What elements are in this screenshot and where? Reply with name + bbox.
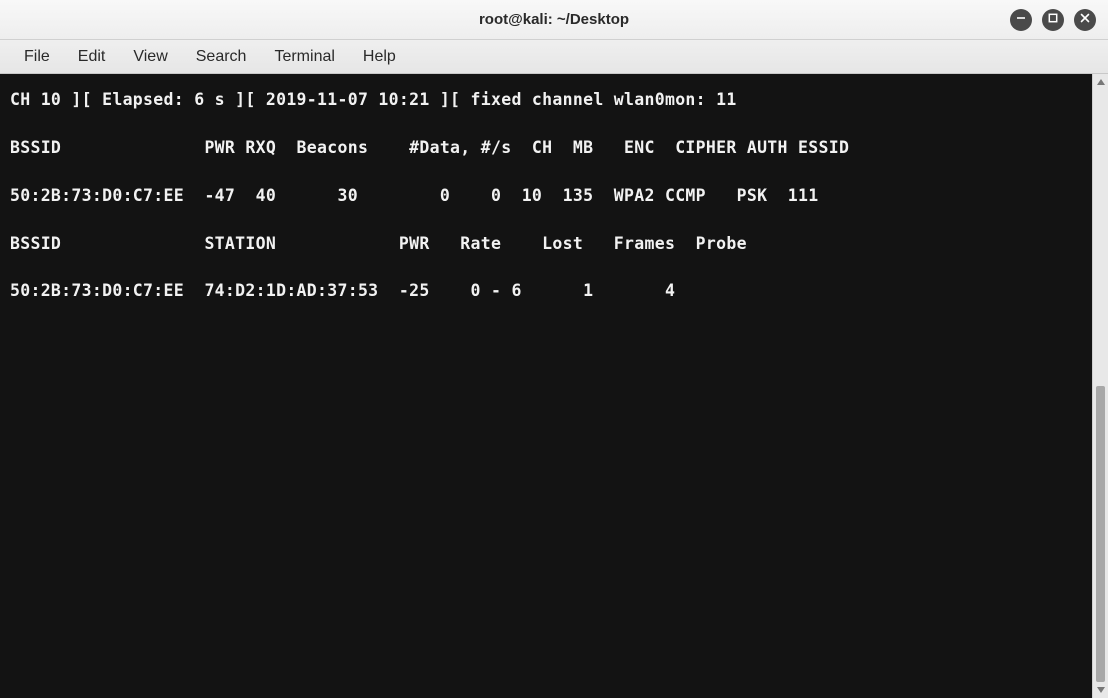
menu-view[interactable]: View bbox=[119, 44, 181, 70]
menu-file[interactable]: File bbox=[10, 44, 64, 70]
menu-terminal[interactable]: Terminal bbox=[260, 44, 348, 70]
vertical-scrollbar[interactable] bbox=[1092, 74, 1108, 698]
station-table-row: 50:2B:73:D0:C7:EE 74:D2:1D:AD:37:53 -25 … bbox=[10, 281, 675, 300]
scroll-arrow-down-icon[interactable] bbox=[1093, 682, 1108, 698]
minimize-button[interactable] bbox=[1010, 9, 1032, 31]
scroll-thumb[interactable] bbox=[1096, 386, 1105, 682]
close-icon bbox=[1079, 11, 1091, 29]
minimize-icon bbox=[1015, 11, 1027, 29]
terminal-output[interactable]: CH 10 ][ Elapsed: 6 s ][ 2019-11-07 10:2… bbox=[0, 74, 1092, 698]
terminal-container: CH 10 ][ Elapsed: 6 s ][ 2019-11-07 10:2… bbox=[0, 74, 1108, 698]
menu-search[interactable]: Search bbox=[182, 44, 261, 70]
window-controls bbox=[1010, 9, 1096, 31]
close-button[interactable] bbox=[1074, 9, 1096, 31]
ap-table-header: BSSID PWR RXQ Beacons #Data, #/s CH MB E… bbox=[10, 138, 849, 157]
station-table-header: BSSID STATION PWR Rate Lost Frames Probe bbox=[10, 234, 747, 253]
menubar: File Edit View Search Terminal Help bbox=[0, 40, 1108, 74]
scroll-arrow-up-icon[interactable] bbox=[1093, 74, 1108, 90]
titlebar: root@kali: ~/Desktop bbox=[0, 0, 1108, 40]
scroll-track[interactable] bbox=[1093, 90, 1108, 682]
maximize-button[interactable] bbox=[1042, 9, 1064, 31]
maximize-icon bbox=[1047, 11, 1059, 29]
menu-help[interactable]: Help bbox=[349, 44, 410, 70]
airodump-status-line: CH 10 ][ Elapsed: 6 s ][ 2019-11-07 10:2… bbox=[10, 90, 737, 109]
menu-edit[interactable]: Edit bbox=[64, 44, 120, 70]
window-title: root@kali: ~/Desktop bbox=[479, 11, 629, 28]
ap-table-row: 50:2B:73:D0:C7:EE -47 40 30 0 0 10 135 W… bbox=[10, 186, 818, 205]
